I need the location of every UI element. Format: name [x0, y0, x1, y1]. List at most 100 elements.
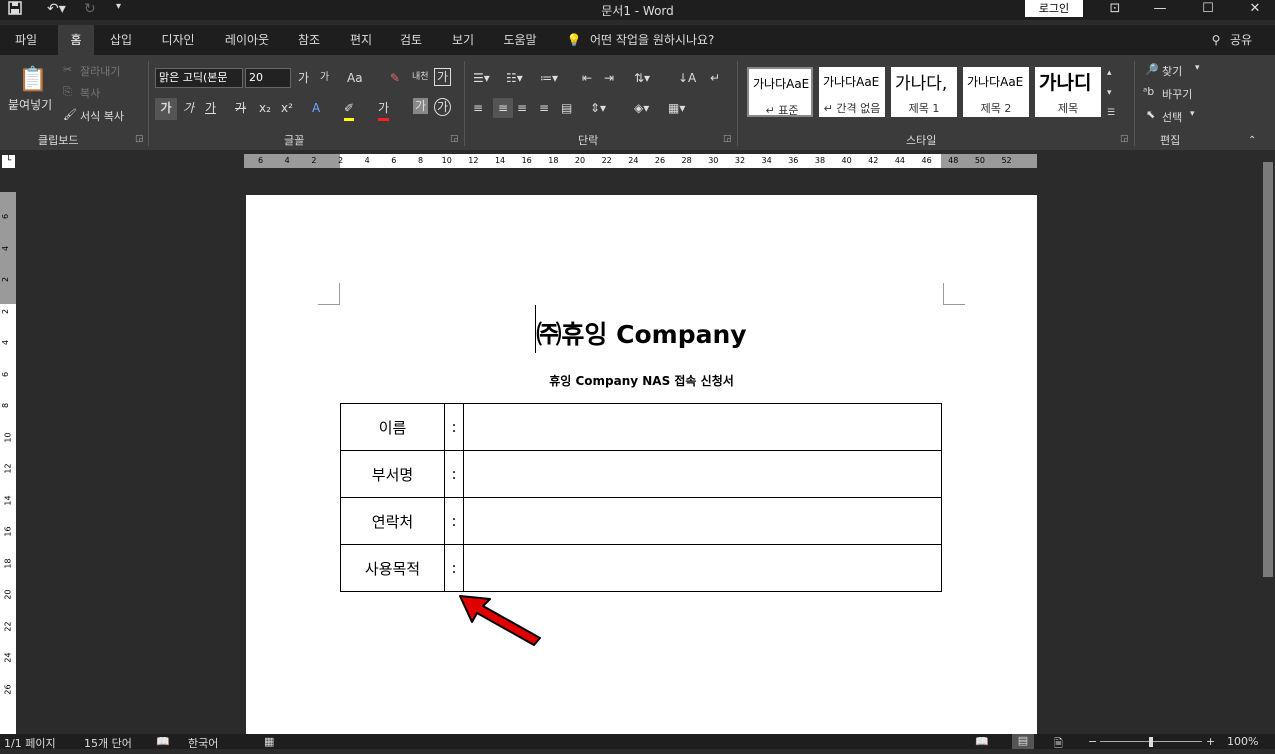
line-spacing-icon[interactable]: ⇕▾: [590, 98, 606, 118]
enclose-char-button[interactable]: 가: [434, 98, 452, 116]
phonetic-guide-icon[interactable]: 내천: [412, 67, 429, 87]
paragraph-launcher-icon[interactable]: ◲: [723, 134, 732, 144]
document-title[interactable]: ㈜휴잉 Company: [246, 315, 1037, 351]
highlight-color-icon[interactable]: ✐: [344, 98, 355, 121]
tab-references[interactable]: 참조: [288, 25, 330, 55]
replace-button[interactable]: 바꾸기: [1162, 86, 1192, 102]
text-effects-icon[interactable]: A: [312, 98, 320, 118]
close-icon[interactable]: ✕: [1235, 0, 1275, 20]
collapse-ribbon-icon[interactable]: ⌃: [1248, 131, 1256, 151]
find-button[interactable]: 찾기: [1162, 63, 1182, 79]
document-subtitle[interactable]: 휴잉 Company NAS 접속 신청서: [246, 372, 1037, 389]
paste-button[interactable]: 붙여넣기: [8, 96, 52, 113]
font-launcher-icon[interactable]: ◲: [450, 134, 459, 144]
table-cell-colon[interactable]: :: [444, 497, 464, 545]
zoom-level[interactable]: 100%: [1227, 735, 1258, 748]
tab-layout[interactable]: 레이아웃: [214, 25, 280, 55]
tab-file[interactable]: 파일: [0, 25, 52, 55]
table-cell-value[interactable]: [463, 403, 942, 451]
select-button[interactable]: 선택: [1162, 109, 1182, 125]
paste-icon[interactable]: 📋: [18, 65, 48, 93]
show-marks-icon[interactable]: ↵: [710, 68, 720, 88]
zoom-slider-thumb[interactable]: [1149, 737, 1153, 747]
justify-icon[interactable]: ≡: [539, 98, 549, 118]
distributed-icon[interactable]: ▤: [561, 98, 572, 118]
style-no-spacing[interactable]: 가나다AaE ↵ 간격 없음: [819, 67, 885, 117]
macro-record-icon[interactable]: ▦: [264, 735, 274, 748]
style-heading-1[interactable]: 가나다, 제목 1: [891, 67, 957, 117]
zoom-in-icon[interactable]: +: [1206, 735, 1215, 748]
format-painter-button[interactable]: 서식 복사: [80, 108, 124, 124]
zoom-out-icon[interactable]: −: [1088, 735, 1097, 748]
align-right-icon[interactable]: ≡: [517, 98, 527, 118]
styles-scroll-up-icon[interactable]: ▴: [1107, 63, 1112, 83]
styles-scroll-down-icon[interactable]: ▾: [1107, 83, 1112, 103]
font-size-select[interactable]: 20: [245, 68, 291, 88]
web-layout-icon[interactable]: 🗎: [1054, 735, 1063, 754]
horizontal-ruler[interactable]: 6 4 2 2 4 6 8 10 12 14 16 18 20 22 24 26 28 30 32 34 36 38 40 4…: [244, 154, 1037, 168]
bullets-icon[interactable]: ☰▾: [473, 68, 490, 88]
table-cell-colon[interactable]: :: [444, 450, 464, 498]
vertical-scrollbar[interactable]: [1261, 150, 1275, 734]
proofing-icon[interactable]: 📖: [156, 735, 170, 748]
grow-font-button[interactable]: 가: [298, 68, 309, 88]
subscript-button[interactable]: x₂: [259, 98, 271, 118]
table-cell-label[interactable]: 이름: [340, 403, 445, 451]
strikethrough-button[interactable]: 가: [235, 98, 246, 118]
tab-design[interactable]: 디자인: [150, 25, 206, 55]
find-dropdown-icon[interactable]: ▾: [1195, 63, 1200, 73]
table-cell-label[interactable]: 부서명: [340, 450, 445, 498]
decrease-indent-icon[interactable]: ⇤: [582, 68, 592, 88]
style-title[interactable]: 가나디 제목: [1035, 67, 1101, 117]
align-left-icon[interactable]: ≡: [473, 98, 483, 118]
ribbon-display-icon[interactable]: ⊡: [1095, 0, 1135, 20]
tab-review[interactable]: 검토: [390, 25, 432, 55]
table-cell-value[interactable]: [463, 497, 942, 545]
bold-button[interactable]: 가: [155, 98, 177, 120]
underline-button[interactable]: 가: [205, 98, 216, 118]
tab-home[interactable]: 홈: [58, 25, 94, 55]
shrink-font-button[interactable]: 가: [320, 68, 329, 88]
select-dropdown-icon[interactable]: ▾: [1190, 109, 1195, 119]
cut-button[interactable]: 잘라내기: [80, 63, 120, 79]
sort-icon[interactable]: ↓A: [678, 68, 696, 88]
multilevel-list-icon[interactable]: ≔▾: [540, 68, 558, 88]
italic-button[interactable]: 가: [183, 98, 194, 118]
copy-button[interactable]: 복사: [80, 85, 100, 101]
minimize-icon[interactable]: —: [1140, 0, 1180, 20]
read-mode-icon[interactable]: 📖: [975, 735, 989, 748]
login-button[interactable]: 로그인: [1025, 0, 1083, 17]
tab-selector-icon[interactable]: └: [2, 155, 15, 168]
styles-launcher-icon[interactable]: ◲: [1120, 134, 1129, 144]
print-layout-icon[interactable]: ▤: [1012, 734, 1034, 749]
table-cell-label[interactable]: 사용목적: [340, 544, 445, 592]
char-shading-button[interactable]: 가: [413, 98, 429, 114]
tab-insert[interactable]: 삽입: [100, 25, 142, 55]
align-center-icon[interactable]: ≡: [493, 98, 513, 118]
text-direction-icon[interactable]: ⇅▾: [634, 68, 650, 88]
style-heading-2[interactable]: 가나다AaE 제목 2: [963, 67, 1029, 117]
clear-format-icon[interactable]: ✎: [390, 68, 400, 88]
borders-icon[interactable]: ▦▾: [668, 98, 685, 118]
table-cell-colon[interactable]: :: [444, 403, 464, 451]
document-page[interactable]: ㈜휴잉 Company 휴잉 Company NAS 접속 신청서 이름 : 부…: [246, 195, 1037, 749]
superscript-button[interactable]: x²: [281, 98, 293, 118]
table-cell-colon[interactable]: :: [444, 544, 464, 592]
vertical-ruler[interactable]: 6 4 2 2 4 6 8 10 12 14 16 18 20 22 24 26: [0, 192, 16, 749]
font-name-select[interactable]: 맑은 고딕(본문: [155, 68, 243, 88]
change-case-button[interactable]: Aa: [347, 68, 363, 88]
tab-mailings[interactable]: 편지: [340, 25, 382, 55]
tell-me-input[interactable]: 어떤 작업을 원하시나요?: [590, 25, 740, 55]
numbering-icon[interactable]: ☷▾: [506, 68, 523, 88]
increase-indent-icon[interactable]: ⇥: [604, 68, 614, 88]
scrollbar-thumb[interactable]: [1263, 162, 1273, 577]
table-cell-value[interactable]: [463, 450, 942, 498]
table-cell-value[interactable]: [463, 544, 942, 592]
share-button[interactable]: 공유: [1226, 25, 1256, 55]
clipboard-launcher-icon[interactable]: ◲: [135, 134, 144, 144]
maximize-icon[interactable]: ☐: [1188, 0, 1228, 20]
tab-view[interactable]: 보기: [442, 25, 484, 55]
styles-more-icon[interactable]: ☰: [1107, 103, 1115, 123]
application-form-table[interactable]: 이름 : 부서명 : 연락처 : 사용목적 :: [340, 403, 942, 592]
style-normal[interactable]: 가나다AaE ↵ 표준: [747, 67, 813, 117]
